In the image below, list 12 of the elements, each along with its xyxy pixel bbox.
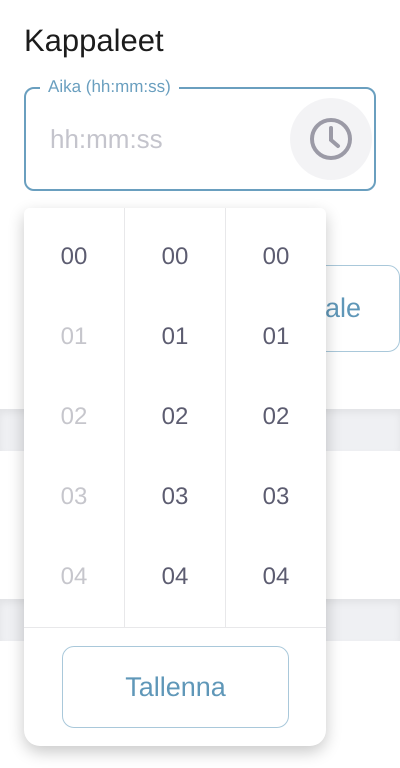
page-title: Kappaleet <box>24 22 164 60</box>
time-option[interactable]: 04 <box>125 537 225 617</box>
time-option[interactable]: 02 <box>125 377 225 457</box>
time-option[interactable]: 00 <box>125 217 225 297</box>
text-input[interactable]: hh:mm:ss <box>50 120 290 158</box>
time-option[interactable]: 04 <box>226 537 326 617</box>
time-option[interactable]: 02 <box>226 377 326 457</box>
clock-icon <box>308 116 354 162</box>
time-option[interactable]: 03 <box>125 457 225 537</box>
time-option[interactable]: 00 <box>24 217 124 297</box>
time-option[interactable]: 01 <box>125 297 225 377</box>
time-option[interactable]: 03 <box>226 457 326 537</box>
